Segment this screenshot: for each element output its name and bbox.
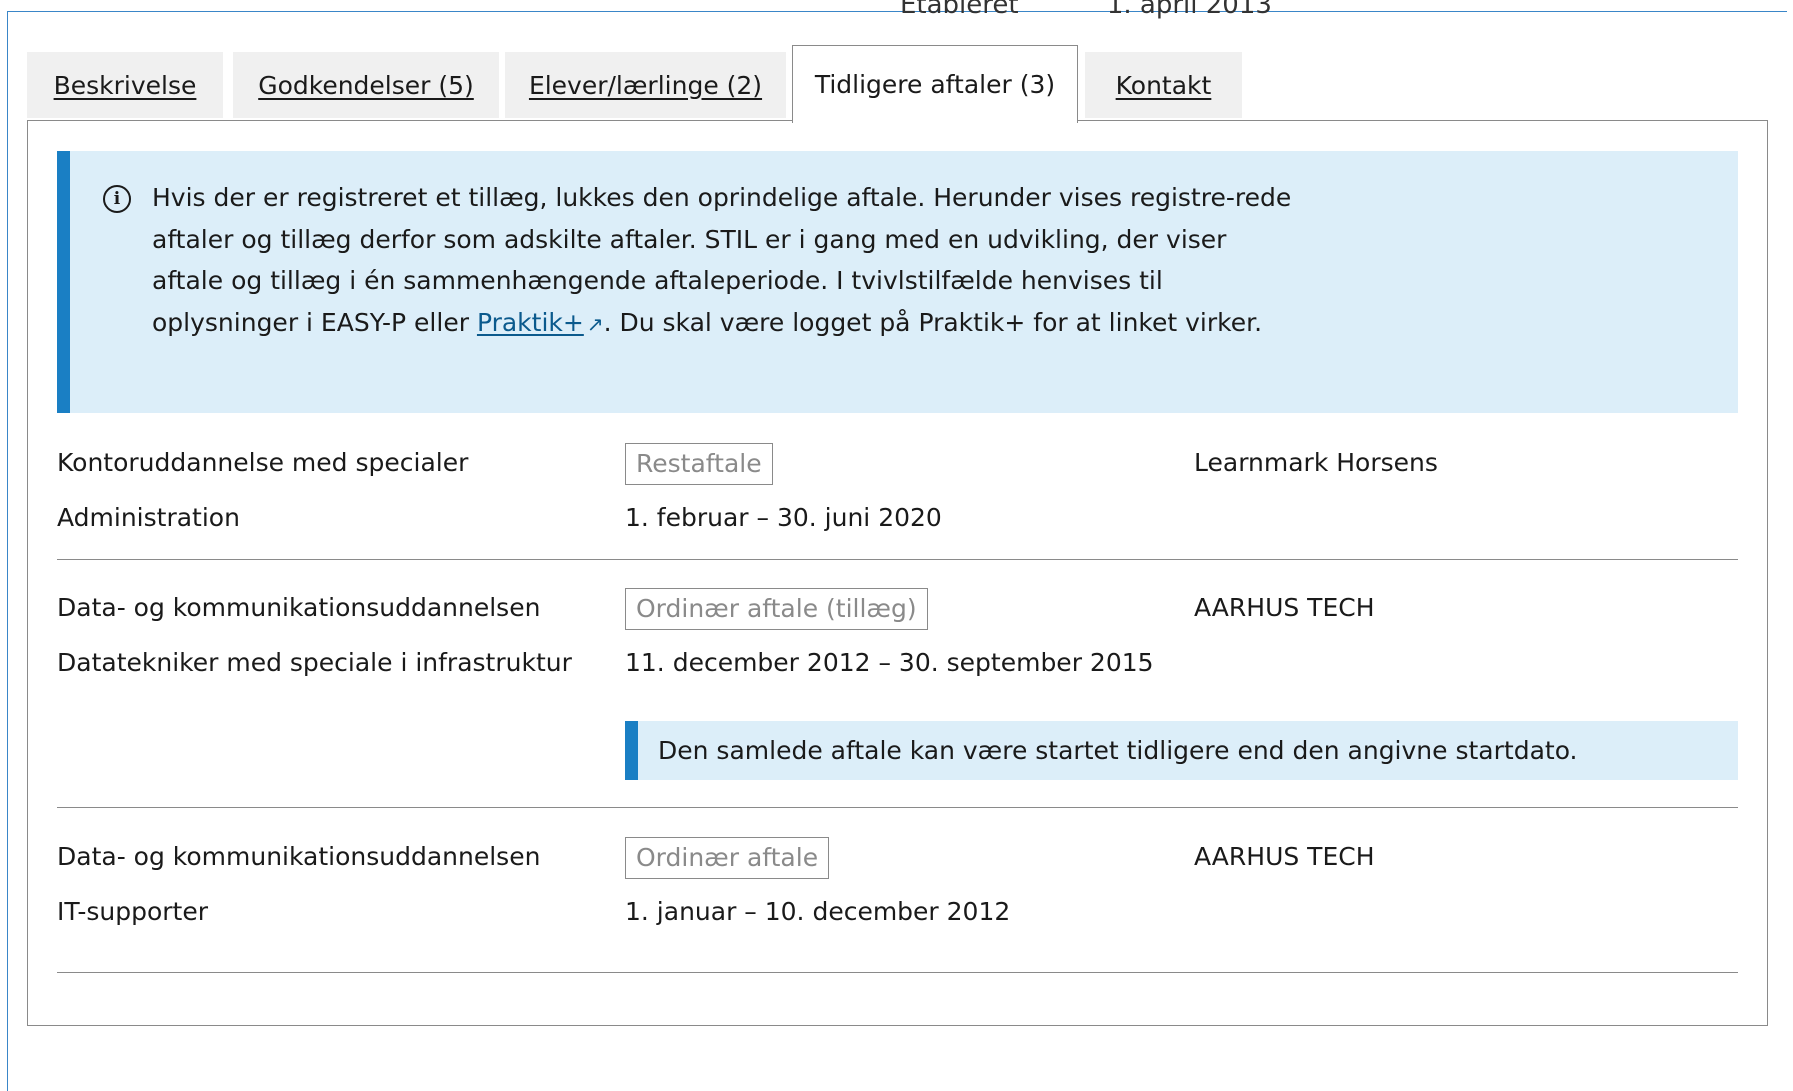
praktik-link-label: Praktik+ bbox=[476, 307, 584, 337]
tab-kontakt[interactable]: Kontakt bbox=[1085, 52, 1242, 118]
agreement-note: Den samlede aftale kan være startet tidl… bbox=[625, 721, 1738, 780]
agreements-list: Kontoruddannelse med specialer Administr… bbox=[57, 412, 1738, 973]
tab-tidligere-aftaler[interactable]: Tidligere aftaler (3) bbox=[792, 45, 1078, 123]
agreement-type-badge: Ordinær aftale (tillæg) bbox=[625, 588, 928, 630]
education-name: Data- og kommunikationsuddannelsen bbox=[57, 842, 541, 871]
agreement-period: 1. januar – 10. december 2012 bbox=[625, 897, 1011, 926]
school-name: AARHUS TECH bbox=[1194, 842, 1375, 871]
praktik-link[interactable]: Praktik+ bbox=[477, 308, 584, 337]
specialty-name: IT-supporter bbox=[57, 897, 209, 926]
education-name: Kontoruddannelse med specialer bbox=[57, 448, 469, 477]
school-name: Learnmark Horsens bbox=[1194, 448, 1438, 477]
external-link-icon: ↗ bbox=[586, 311, 604, 336]
info-text-end: . Du skal være logget på Praktik+ for at… bbox=[603, 307, 1263, 337]
specialty-name: Datatekniker med speciale i infrastruktu… bbox=[57, 648, 572, 677]
agreement-row: Kontoruddannelse med specialer Administr… bbox=[57, 412, 1738, 560]
agreement-type-badge: Ordinær aftale bbox=[625, 837, 830, 879]
established-date: 1. april 2013 bbox=[1106, 0, 1272, 20]
info-box: i Hvis der er registreret et tillæg, luk… bbox=[57, 151, 1738, 413]
education-name: Data- og kommunikationsuddannelsen bbox=[57, 593, 541, 622]
agreement-period: 1. februar – 30. juni 2020 bbox=[625, 503, 942, 532]
tab-godkendelser[interactable]: Godkendelser (5) bbox=[233, 52, 499, 118]
tab-panel: i Hvis der er registreret et tillæg, luk… bbox=[27, 120, 1768, 1026]
school-name: AARHUS TECH bbox=[1194, 593, 1375, 622]
specialty-name: Administration bbox=[57, 503, 240, 532]
agreement-row: Data- og kommunikationsuddannelsen Datat… bbox=[57, 560, 1738, 808]
tab-elever-laerlinge[interactable]: Elever/lærlinge (2) bbox=[505, 52, 786, 118]
agreement-row: Data- og kommunikationsuddannelsen IT-su… bbox=[57, 808, 1738, 973]
info-icon: i bbox=[103, 185, 131, 213]
tab-beskrivelse[interactable]: Beskrivelse bbox=[27, 52, 223, 118]
info-text: Hvis der er registreret et tillæg, lukke… bbox=[152, 177, 1302, 345]
cut-off-header: Etableret 1. april 2013 bbox=[900, 0, 1352, 20]
established-label: Etableret bbox=[900, 0, 1019, 20]
agreement-period: 11. december 2012 – 30. september 2015 bbox=[625, 648, 1154, 677]
agreement-type-badge: Restaftale bbox=[625, 443, 773, 485]
